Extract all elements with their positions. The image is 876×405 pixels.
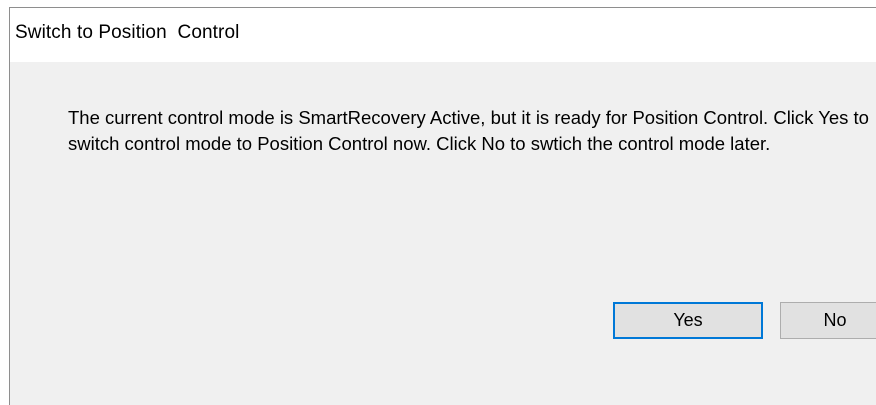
dialog-message: The current control mode is SmartRecover… xyxy=(68,107,869,154)
yes-button[interactable]: Yes xyxy=(613,302,763,339)
screen: Switch to Position Control The current c… xyxy=(0,0,876,405)
dialog-title-bar[interactable]: Switch to Position Control xyxy=(10,8,876,62)
no-button[interactable]: No xyxy=(780,302,876,339)
dialog-title: Switch to Position Control xyxy=(15,22,240,43)
switch-control-dialog: Switch to Position Control The current c… xyxy=(9,7,876,405)
